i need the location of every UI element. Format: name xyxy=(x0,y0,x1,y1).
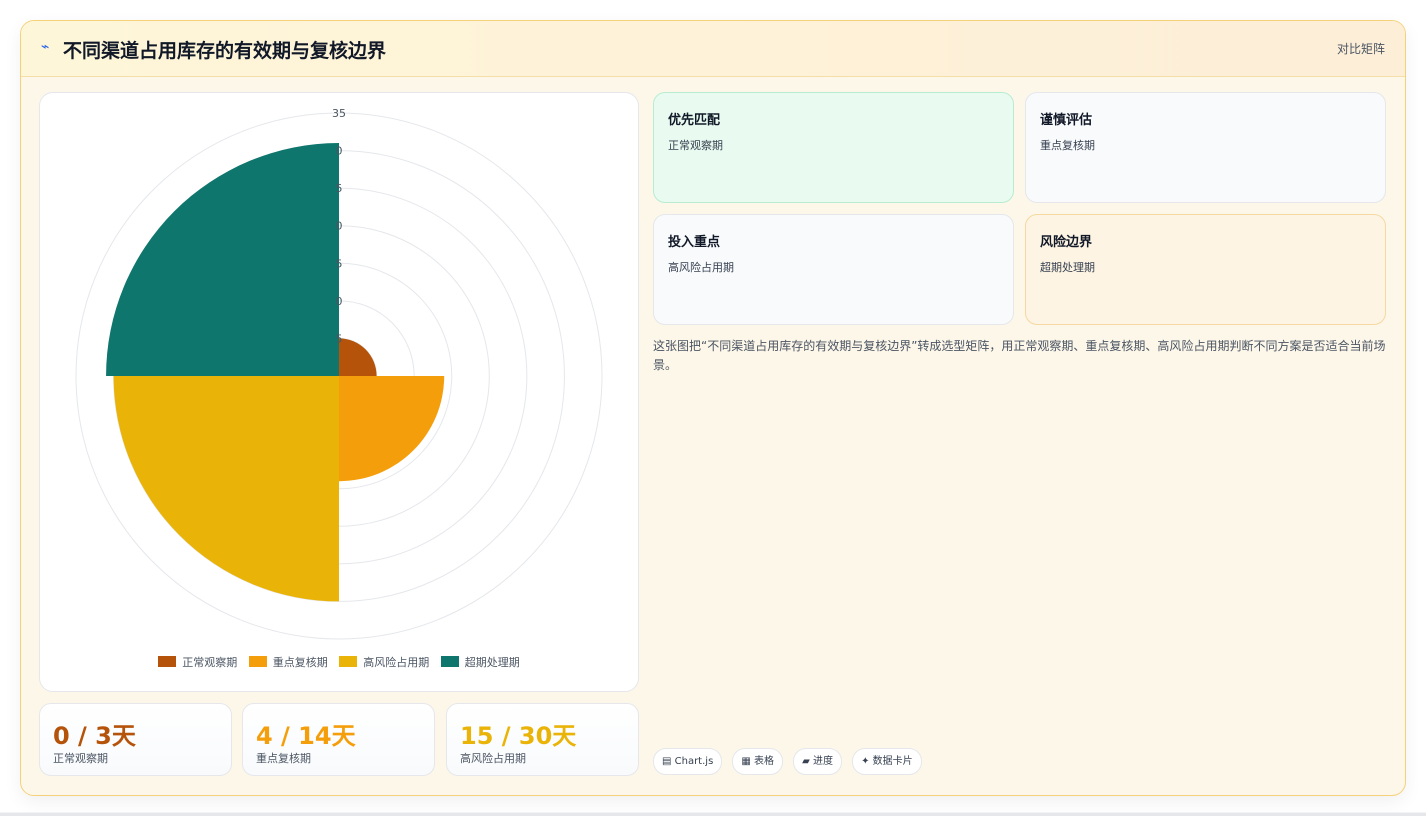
matrix-card-title: 投入重点 xyxy=(668,235,721,250)
polar-sector-0[interactable] xyxy=(339,338,377,376)
legend-label: 高风险占用期 xyxy=(363,656,430,669)
chip-progress[interactable]: ▰ 进度 xyxy=(793,748,842,775)
main-card: ⌁ 不同渠道占用库存的有效期与复核边界 对比矩阵 5 0 5 0 5 0 35 正常观察期 … xyxy=(20,20,1406,796)
polar-chart-svg: 5 0 5 0 5 0 35 xyxy=(75,107,603,640)
matrix-description: 这张图把“不同渠道占用库存的有效期与复核边界”转成选型矩阵，用正常观察期、重点复… xyxy=(653,339,1386,372)
chip-data-card[interactable]: ✦ 数据卡片 xyxy=(852,748,922,775)
matrix-card-focus[interactable]: 投入重点 高风险占用期 xyxy=(653,214,1014,325)
polar-sector-1[interactable] xyxy=(339,376,445,482)
r-tick-label: 0 xyxy=(336,145,343,158)
page-title: 不同渠道占用库存的有效期与复核边界 xyxy=(63,40,387,62)
matrix-card-risk[interactable]: 风险边界 超期处理期 xyxy=(1025,214,1386,325)
r-tick-label: 5 xyxy=(336,257,343,270)
matrix-card-priority[interactable]: 优先匹配 正常观察期 xyxy=(653,92,1014,203)
matrix-card-cautious[interactable]: 谨慎评估 重点复核期 xyxy=(1025,92,1386,203)
legend-swatch xyxy=(339,656,358,667)
matrix-card-title: 谨慎评估 xyxy=(1040,113,1093,128)
matrix-card-title: 风险边界 xyxy=(1040,235,1093,250)
tech-chips: ▤ Chart.js ▦ 表格 ▰ 进度 ✦ 数据卡片 xyxy=(653,748,927,775)
legend-item-normal[interactable]: 正常观察期 xyxy=(158,654,237,670)
r-tick-label: 0 xyxy=(336,220,343,233)
view-tag: 对比矩阵 xyxy=(1336,42,1385,56)
stat-card-high-risk: 15 / 30天 高风险占用期 xyxy=(446,703,639,776)
card-header: ⌁ 不同渠道占用库存的有效期与复核边界 对比矩阵 xyxy=(21,21,1405,77)
stat-card-normal: 0 / 3天 正常观察期 xyxy=(39,703,232,776)
matrix-card-subtitle: 重点复核期 xyxy=(1040,139,1095,152)
chip-chartjs[interactable]: ▤ Chart.js xyxy=(653,748,723,775)
legend-item-review[interactable]: 重点复核期 xyxy=(248,654,328,670)
chart-legend: 正常观察期 重点复核期 高风险占用期 超期处理期 xyxy=(40,654,638,670)
stat-label: 重点复核期 xyxy=(256,752,311,765)
r-tick-label: 0 xyxy=(336,295,343,308)
polar-sector-2[interactable] xyxy=(113,376,339,602)
stat-label: 正常观察期 xyxy=(53,752,108,765)
legend-swatch xyxy=(248,656,267,667)
stat-value: 15 / 30天 xyxy=(460,722,577,750)
polar-sector-3[interactable] xyxy=(106,143,339,376)
stat-label: 高风险占用期 xyxy=(460,752,526,765)
r-tick-label: 5 xyxy=(336,332,343,345)
matrix-card-subtitle: 超期处理期 xyxy=(1040,261,1095,274)
legend-label: 正常观察期 xyxy=(182,656,238,669)
chip-table[interactable]: ▦ 表格 xyxy=(732,748,784,775)
stat-value: 0 / 3天 xyxy=(53,722,136,750)
legend-item-high-risk[interactable]: 高风险占用期 xyxy=(339,654,429,670)
matrix-card-title: 优先匹配 xyxy=(668,113,721,128)
polar-chart: 5 0 5 0 5 0 35 正常观察期 重点复核期 高风险占用期 超期处理期 xyxy=(39,92,639,692)
r-tick-label: 35 xyxy=(332,107,346,120)
legend-swatch xyxy=(158,656,177,667)
matrix-card-subtitle: 高风险占用期 xyxy=(668,261,734,274)
r-tick-label: 5 xyxy=(336,182,343,195)
matrix-card-subtitle: 正常观察期 xyxy=(668,139,723,152)
chart-icon: ⌁ xyxy=(41,39,50,55)
stat-card-review: 4 / 14天 重点复核期 xyxy=(242,703,435,776)
stat-value: 4 / 14天 xyxy=(256,722,356,750)
legend-swatch xyxy=(440,656,459,667)
legend-label: 超期处理期 xyxy=(464,656,520,669)
legend-label: 重点复核期 xyxy=(272,656,328,669)
legend-item-overdue[interactable]: 超期处理期 xyxy=(440,654,520,670)
